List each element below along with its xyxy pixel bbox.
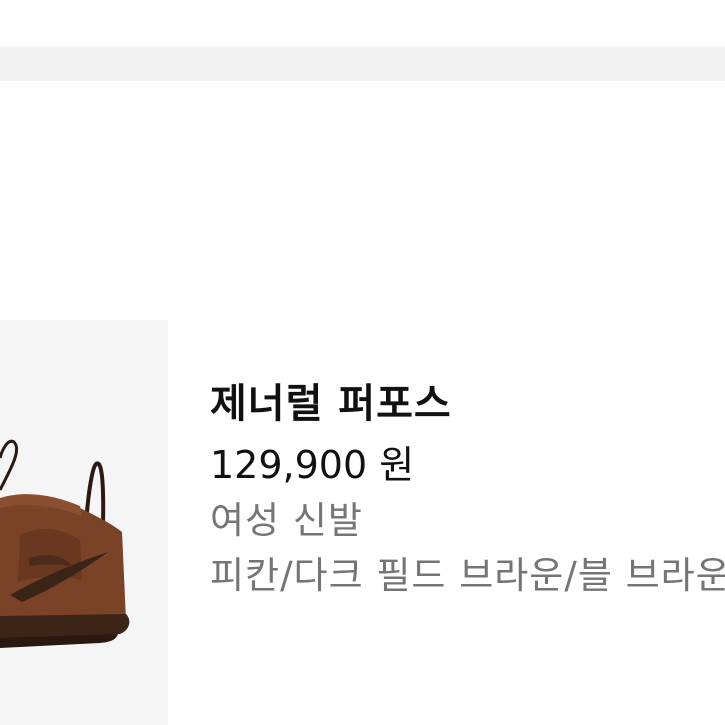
product-image[interactable] [0,320,168,725]
product-category: 여성 신발 [210,499,363,542]
shoe-illustration [0,439,130,648]
product-info: 제너럴 퍼포스 129,900 원 여성 신발 피칸/다크 필드 브라운/블 브… [210,372,725,604]
product-price: 129,900 원 [210,443,415,487]
shoe-lace-loop [0,439,19,491]
product-colors: 피칸/다크 필드 브라운/블 브라운 [210,554,725,597]
product-name[interactable]: 제너럴 퍼포스 [210,372,725,436]
product-page: 제너럴 퍼포스 129,900 원 여성 신발 피칸/다크 필드 브라운/블 브… [0,0,725,725]
search-bar-band[interactable] [0,46,725,81]
